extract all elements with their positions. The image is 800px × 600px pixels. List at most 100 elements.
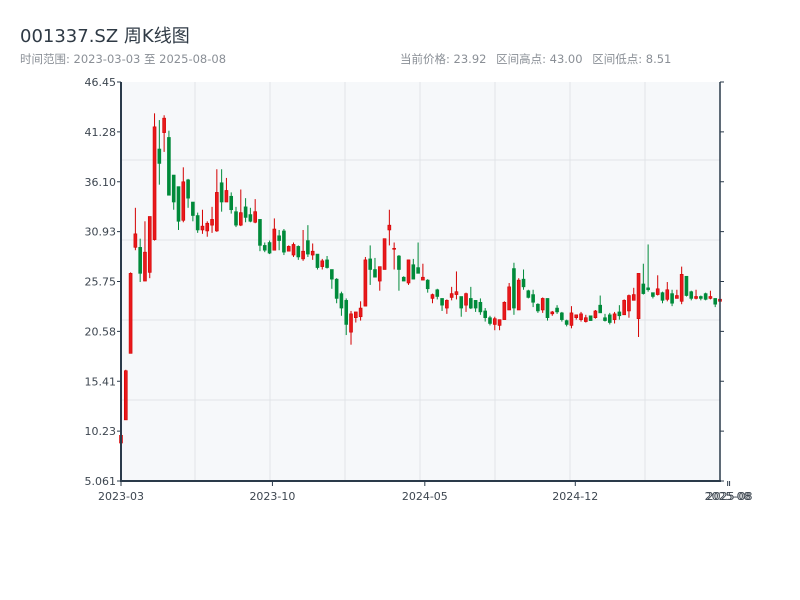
candle-down <box>339 293 344 309</box>
candle-up <box>540 298 545 311</box>
candle-down <box>531 294 535 303</box>
candle-up <box>272 228 277 251</box>
candle-up <box>310 250 315 256</box>
candle-up <box>152 126 157 240</box>
candle-up <box>387 224 392 231</box>
candle-down <box>560 312 564 320</box>
candle-up <box>679 274 684 302</box>
candle-up <box>291 244 296 256</box>
candle-down <box>651 292 655 297</box>
y-tick-label: 41.28 <box>85 126 117 139</box>
candle-up <box>516 279 521 311</box>
candle-up <box>627 295 631 312</box>
candle-up <box>569 312 574 326</box>
candle-down <box>598 304 603 314</box>
candle-up <box>502 301 507 320</box>
candle-up <box>406 259 411 284</box>
candle-up <box>239 212 243 226</box>
candle-down <box>469 298 473 309</box>
candle-up <box>694 296 698 299</box>
candle-down <box>641 283 646 294</box>
candle-up <box>210 219 214 226</box>
x-tick-label: 2023-10 <box>249 490 295 503</box>
candle-down <box>157 148 162 164</box>
candle-up <box>205 222 210 232</box>
y-tick-label: 25.75 <box>85 276 117 289</box>
candle-up <box>492 318 497 325</box>
y-tick-label: 30.93 <box>85 226 117 239</box>
candle-down <box>416 267 420 274</box>
candle-down <box>488 317 492 324</box>
candle-up <box>382 238 387 270</box>
y-tick-label: 5.061 <box>85 475 117 488</box>
candle-down <box>536 303 540 312</box>
candle-up <box>550 311 555 315</box>
candle-up <box>128 273 133 354</box>
candle-up <box>421 276 425 281</box>
candle-down <box>325 259 329 268</box>
candle-down <box>219 182 224 203</box>
candle-down <box>344 300 349 325</box>
candle-up <box>708 296 713 299</box>
candle-up <box>574 314 579 319</box>
candle-down <box>684 275 689 296</box>
candle-up <box>454 291 459 295</box>
candle-down <box>267 242 272 254</box>
candle-up <box>200 225 205 231</box>
x-tick-label: 2025-08 <box>707 490 753 503</box>
candle-down <box>660 292 665 301</box>
candle-down <box>545 298 550 319</box>
candle-down <box>191 201 195 216</box>
candle-up <box>392 247 396 250</box>
candle-up <box>354 311 358 319</box>
candle-up <box>665 289 670 300</box>
y-tick-label: 15.41 <box>85 375 117 388</box>
candle-down <box>411 264 416 280</box>
candle-up <box>497 319 502 326</box>
candle-up <box>162 117 166 133</box>
candle-up <box>143 251 147 282</box>
candle-down <box>373 269 377 278</box>
candle-up <box>631 294 636 301</box>
x-tick-label: 2024-05 <box>402 490 448 503</box>
candle-down <box>703 293 708 300</box>
candle-down <box>296 246 301 258</box>
candle-down <box>368 258 372 270</box>
candle-down <box>473 300 478 309</box>
candle-down <box>526 290 531 298</box>
candle-down <box>171 174 176 203</box>
candle-down <box>459 296 464 309</box>
candle-up <box>358 307 363 318</box>
candle-down <box>440 298 444 306</box>
x-tick-label: 2023-03 <box>98 490 144 503</box>
candle-up <box>636 273 641 319</box>
candle-up <box>123 370 128 421</box>
candle-up <box>464 293 468 306</box>
candle-down <box>564 320 569 325</box>
candle-down <box>315 253 320 268</box>
candle-up <box>507 286 511 311</box>
candle-up <box>224 190 229 203</box>
candle-down <box>670 293 674 304</box>
candle-up <box>133 233 138 248</box>
candle-up <box>215 192 219 232</box>
candle-down <box>521 278 526 288</box>
y-tick-label: 10.23 <box>85 425 117 438</box>
candle-down <box>229 195 234 211</box>
candle-down <box>425 279 430 290</box>
candle-down <box>234 211 238 226</box>
candle-down <box>334 278 339 299</box>
candle-up <box>363 259 368 307</box>
candle-down <box>646 287 650 291</box>
candle-down <box>258 219 262 246</box>
candle-up <box>579 313 583 320</box>
candle-down <box>588 315 593 321</box>
candle-up <box>320 260 325 267</box>
candle-down <box>248 214 253 222</box>
candle-down <box>186 179 190 199</box>
candle-up <box>612 313 617 320</box>
candle-up <box>445 300 449 309</box>
candle-up <box>286 246 291 252</box>
candlestick-chart: 46.45 41.28 36.10 30.93 25.75 20.58 15.41 10.23… <box>85 76 753 503</box>
candle-down <box>483 310 487 319</box>
